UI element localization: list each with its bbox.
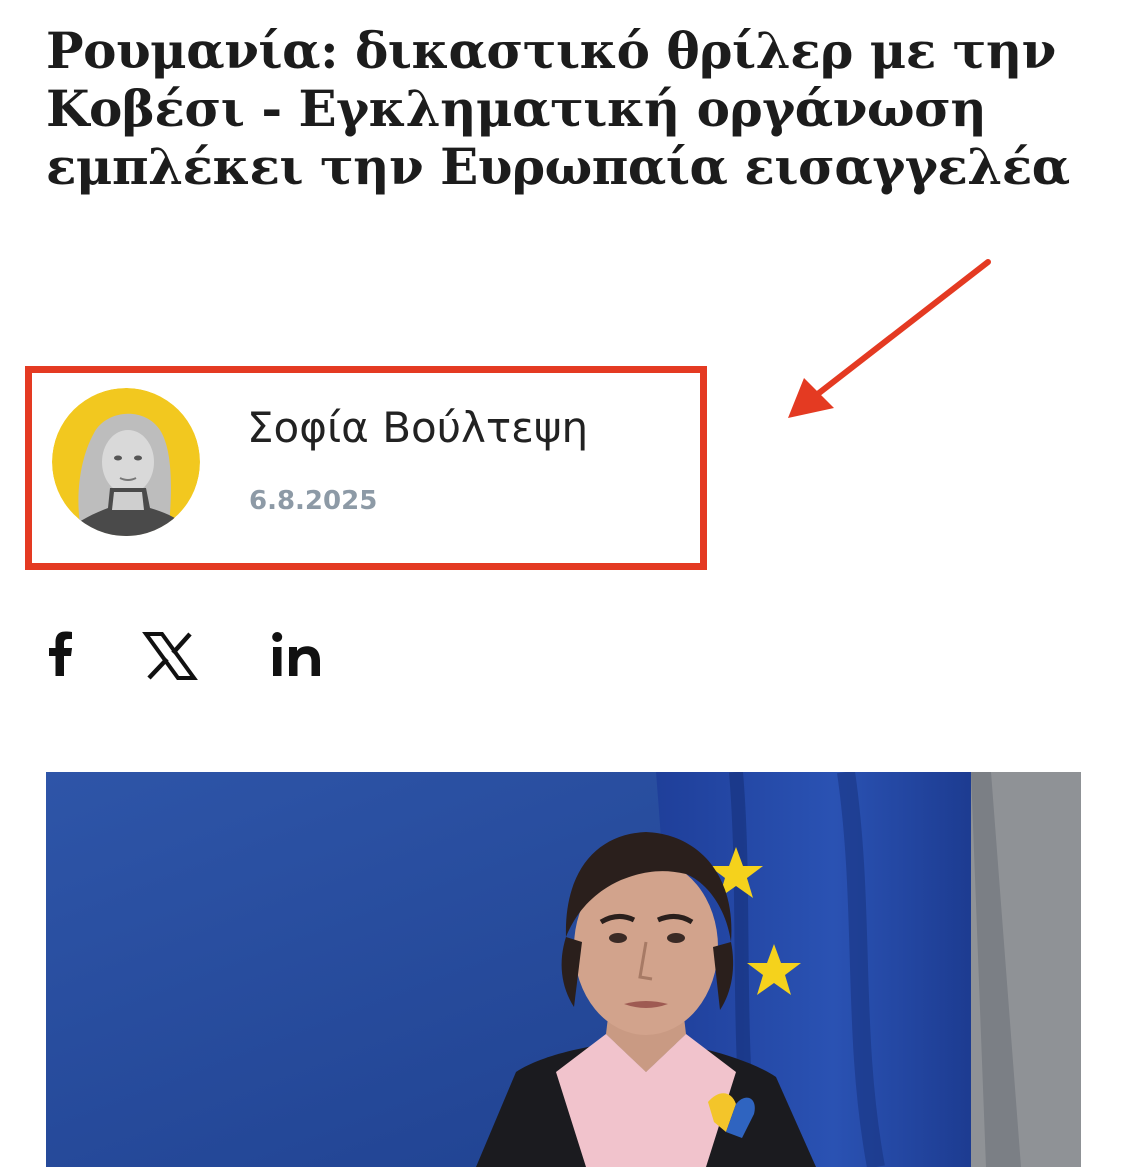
share-linkedin-button[interactable]: [270, 620, 330, 690]
article-lead-photo[interactable]: [46, 772, 1081, 1167]
linkedin-icon: [272, 632, 320, 676]
publish-date: 6.8.2025: [249, 486, 378, 516]
share-x-button[interactable]: [140, 620, 200, 690]
article-headline: Ρουμανία: δικαστικό θρίλερ με την Κοβέσι…: [46, 21, 1070, 196]
author-byline: Σοφία Βούλτεψη 6.8.2025: [25, 366, 707, 570]
author-avatar[interactable]: [52, 388, 200, 536]
author-name[interactable]: Σοφία Βούλτεψη: [247, 403, 588, 452]
facebook-icon: [49, 631, 72, 676]
share-facebook-button[interactable]: [40, 620, 80, 690]
red-arrow-annotation: [788, 259, 991, 418]
x-icon: [142, 632, 198, 680]
